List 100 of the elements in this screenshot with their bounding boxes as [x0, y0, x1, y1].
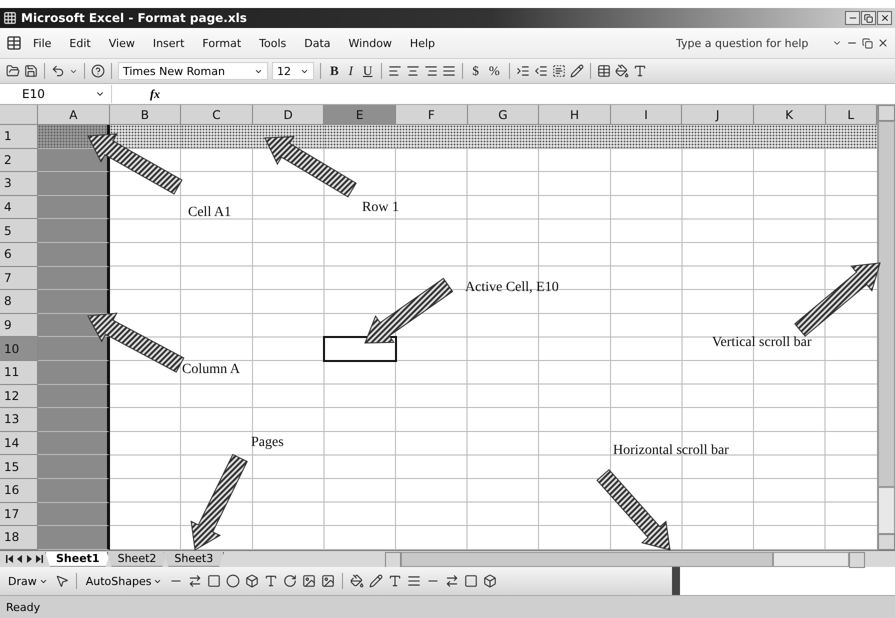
fill-color-icon[interactable]: [350, 574, 364, 588]
row-header[interactable]: 18: [0, 526, 38, 550]
format-button[interactable]: $: [469, 61, 482, 81]
menu-item[interactable]: Data: [297, 34, 338, 52]
column-header[interactable]: G: [468, 105, 540, 125]
menu-item[interactable]: Tools: [252, 34, 294, 52]
callout-label: Active Cell, E10: [465, 280, 559, 296]
workbook-icon[interactable]: [6, 35, 22, 51]
picture-icon[interactable]: [321, 574, 336, 588]
row-header[interactable]: 15: [0, 455, 38, 479]
column-header[interactable]: A: [38, 105, 110, 125]
font-color-icon[interactable]: [632, 64, 647, 78]
row-header[interactable]: 1: [0, 125, 38, 149]
sheet-tab[interactable]: Sheet3: [163, 552, 224, 566]
first-sheet-icon[interactable]: [6, 555, 13, 563]
draw-menu-button[interactable]: Draw: [6, 574, 50, 588]
font-color-icon[interactable]: [388, 574, 402, 588]
autoshapes-menu-button[interactable]: AutoShapes: [84, 574, 164, 588]
column-header[interactable]: L: [826, 105, 877, 125]
menu-item[interactable]: Edit: [62, 34, 98, 52]
row-header[interactable]: 10: [0, 337, 38, 361]
folder-icon[interactable]: [6, 64, 20, 78]
undo-icon[interactable]: [51, 64, 65, 78]
help-search-field[interactable]: Type a question for help: [674, 36, 828, 50]
row-header[interactable]: 9: [0, 314, 38, 338]
row-header[interactable]: 8: [0, 290, 38, 314]
arrow-style-icon[interactable]: [445, 574, 460, 588]
column-header[interactable]: B: [110, 105, 182, 125]
pencil-icon[interactable]: [570, 64, 584, 78]
row-header[interactable]: 7: [0, 266, 38, 290]
menu-item[interactable]: View: [102, 34, 142, 52]
sheet-tab[interactable]: Sheet1: [45, 552, 111, 566]
line-color-icon[interactable]: [369, 574, 384, 588]
menu-item[interactable]: Format: [195, 34, 248, 52]
align-center-icon[interactable]: [406, 64, 420, 78]
status-text: Ready: [6, 600, 40, 614]
wordart-icon[interactable]: [264, 574, 278, 588]
column-header[interactable]: I: [610, 105, 682, 125]
last-sheet-icon[interactable]: [36, 555, 43, 563]
column-header[interactable]: J: [682, 105, 754, 125]
horizontal-scrollbar[interactable]: [385, 552, 865, 566]
row-header[interactable]: 3: [0, 172, 38, 196]
column-header[interactable]: C: [181, 105, 253, 125]
column-header[interactable]: H: [539, 105, 611, 125]
close-icon[interactable]: [877, 37, 889, 49]
menu-item[interactable]: Insert: [146, 34, 192, 52]
vertical-scrollbar[interactable]: [877, 105, 895, 550]
menu-item[interactable]: Help: [402, 34, 442, 52]
close-icon: [880, 13, 890, 23]
callout-label: Vertical scroll bar: [712, 335, 812, 351]
row-header[interactable]: 16: [0, 478, 38, 502]
row-header[interactable]: 6: [0, 242, 38, 267]
line-style-icon[interactable]: [407, 574, 422, 588]
row-header[interactable]: 17: [0, 502, 38, 526]
callout-label: Column A: [182, 362, 240, 378]
format-button[interactable]: U: [360, 61, 376, 81]
restore-button[interactable]: [861, 11, 876, 25]
row-header[interactable]: 14: [0, 432, 38, 456]
row-header[interactable]: 4: [0, 196, 38, 220]
format-button[interactable]: %: [486, 61, 503, 81]
minimize-button[interactable]: [845, 11, 860, 25]
format-button[interactable]: I: [346, 61, 356, 81]
row-header[interactable]: 11: [0, 360, 38, 385]
column-header[interactable]: K: [754, 105, 826, 125]
next-sheet-icon[interactable]: [26, 555, 33, 563]
outdent-icon[interactable]: [534, 64, 548, 78]
align-left-icon[interactable]: [388, 64, 402, 78]
help-icon[interactable]: [91, 64, 105, 78]
name-box[interactable]: E10: [0, 85, 112, 103]
column-header[interactable]: D: [252, 105, 324, 125]
rectangle-icon[interactable]: [207, 574, 222, 588]
restore-icon[interactable]: [862, 38, 873, 48]
align-right-icon[interactable]: [424, 64, 438, 78]
row-header[interactable]: 5: [0, 219, 38, 243]
row-header[interactable]: 12: [0, 384, 38, 408]
3d-icon[interactable]: [483, 574, 498, 588]
indent-icon[interactable]: [516, 64, 530, 78]
function-label[interactable]: fx: [150, 86, 160, 102]
callout-label: Pages: [251, 435, 284, 451]
menu-item[interactable]: Window: [342, 34, 399, 52]
oval-icon[interactable]: [226, 574, 240, 588]
close-button[interactable]: [877, 11, 892, 25]
column-header[interactable]: F: [396, 105, 468, 125]
format-button[interactable]: B: [327, 61, 342, 81]
pointer-icon[interactable]: [54, 574, 69, 588]
save-icon[interactable]: [24, 64, 38, 78]
font-dropdown[interactable]: Times New Roman: [118, 62, 268, 80]
column-header[interactable]: E: [324, 105, 396, 125]
row-header[interactable]: 13: [0, 408, 38, 432]
restore-icon: [864, 14, 873, 22]
font-size-dropdown[interactable]: 12: [272, 62, 314, 80]
arrow-icon[interactable]: [188, 574, 202, 588]
callout-label: Cell A1: [188, 205, 232, 221]
previous-sheet-icon[interactable]: [16, 555, 23, 563]
sheet-tab[interactable]: Sheet2: [106, 552, 168, 566]
fill-color-icon[interactable]: [614, 64, 629, 78]
menu-item[interactable]: File: [26, 34, 58, 52]
row-header[interactable]: 2: [0, 148, 38, 172]
borders-icon[interactable]: [596, 64, 611, 78]
callout-label: Row 1: [362, 200, 399, 216]
